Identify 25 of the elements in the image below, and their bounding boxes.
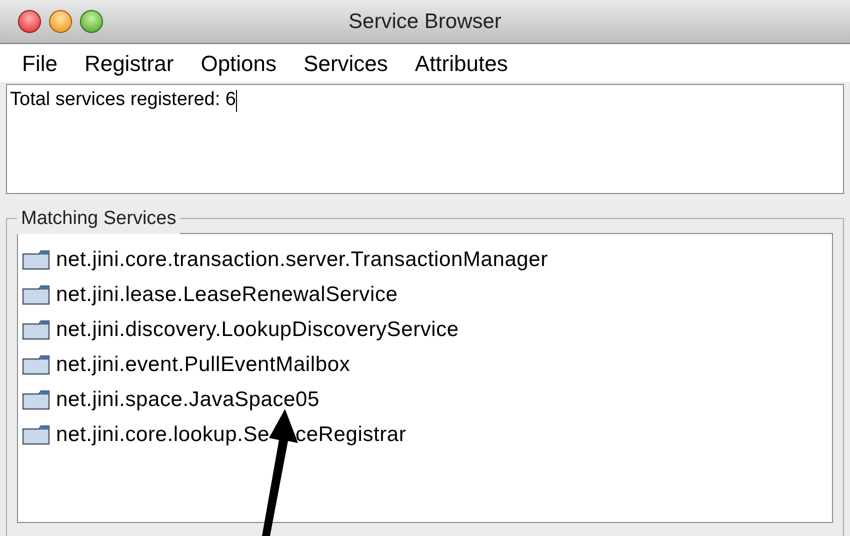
service-item[interactable]: net.jini.core.lookup.Se	[56, 418, 270, 450]
service-item-fragment[interactable]: ceRegistrar	[296, 418, 406, 450]
service-item[interactable]: net.jini.core.transaction.server.TransactionManager	[56, 244, 548, 276]
folder-icon	[22, 320, 50, 340]
folder-icon	[22, 284, 50, 304]
minimize-button[interactable]	[49, 10, 72, 33]
menu-item[interactable]: Options	[200, 46, 277, 80]
folder-icon	[22, 390, 50, 410]
menu-item[interactable]: Attributes	[414, 46, 508, 80]
window-title: Service Browser	[348, 8, 502, 35]
service-item[interactable]: net.jini.event.PullEventMailbox	[56, 348, 350, 380]
menu-item[interactable]: File	[22, 46, 58, 80]
zoom-button[interactable]	[80, 10, 103, 33]
service-item[interactable]: net.jini.lease.LeaseRenewalService	[56, 278, 398, 310]
text-area[interactable]: Total services registered: 6	[6, 84, 844, 194]
folder-icon	[22, 354, 50, 374]
text-cursor	[236, 90, 237, 112]
close-button[interactable]	[18, 10, 41, 33]
text-area-value: Total services registered: 6	[10, 89, 236, 110]
service-item[interactable]: net.jini.discovery.LookupDiscoveryService	[56, 314, 459, 346]
menu-item[interactable]: Services	[304, 46, 388, 80]
service-item[interactable]: net.jini.space.JavaSpace05	[56, 384, 320, 416]
folder-icon	[22, 250, 50, 270]
folder-icon	[22, 424, 50, 444]
menu-item[interactable]: Registrar	[84, 46, 174, 80]
